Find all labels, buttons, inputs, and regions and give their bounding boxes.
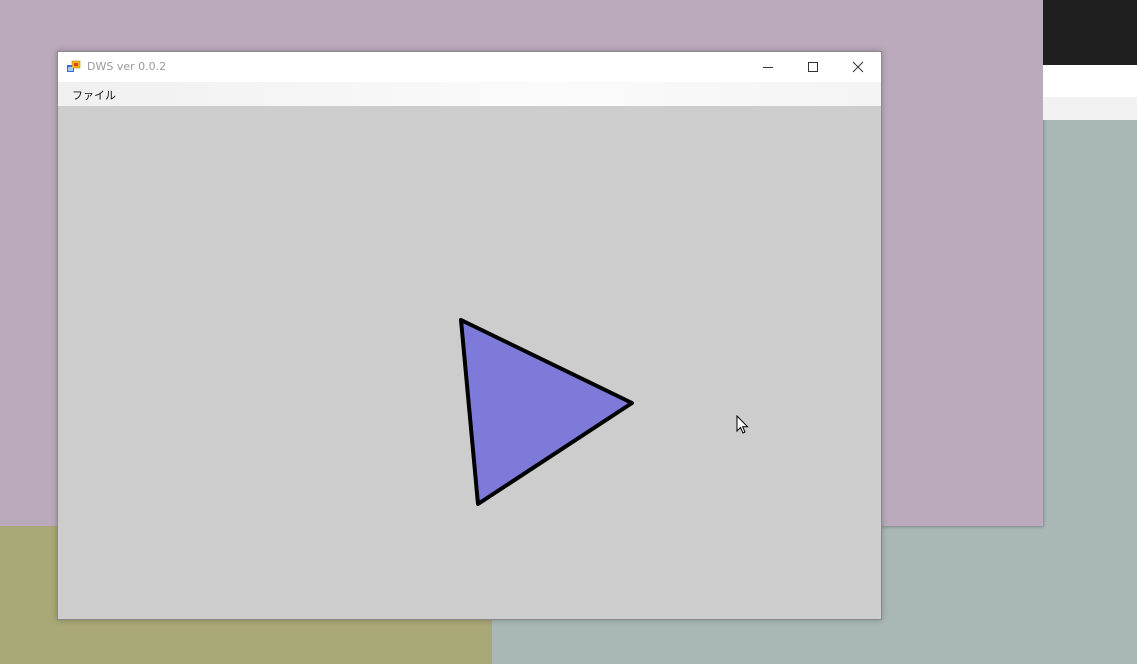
background-window-light (1043, 97, 1137, 120)
close-button[interactable] (835, 52, 880, 82)
title-bar[interactable]: DWS ver 0.0.2 (58, 52, 881, 82)
drawing-canvas[interactable] (58, 106, 881, 619)
background-window-white (1043, 65, 1137, 97)
menu-bar: ファイル (58, 82, 881, 106)
mouse-cursor-icon (736, 415, 749, 434)
window-title: DWS ver 0.0.2 (87, 60, 167, 73)
background-window-dark (1043, 0, 1137, 65)
app-window: DWS ver 0.0.2 ファイル (57, 51, 882, 620)
minimize-icon (762, 67, 773, 68)
app-icon[interactable] (67, 60, 81, 74)
menu-item-file[interactable]: ファイル (66, 85, 122, 105)
triangle-shape[interactable] (459, 318, 634, 506)
canvas-surface (459, 318, 634, 506)
desktop: DWS ver 0.0.2 ファイル (0, 0, 1137, 664)
close-icon (852, 61, 863, 73)
maximize-button[interactable] (790, 52, 835, 82)
minimize-button[interactable] (745, 52, 790, 82)
maximize-icon (807, 62, 818, 72)
